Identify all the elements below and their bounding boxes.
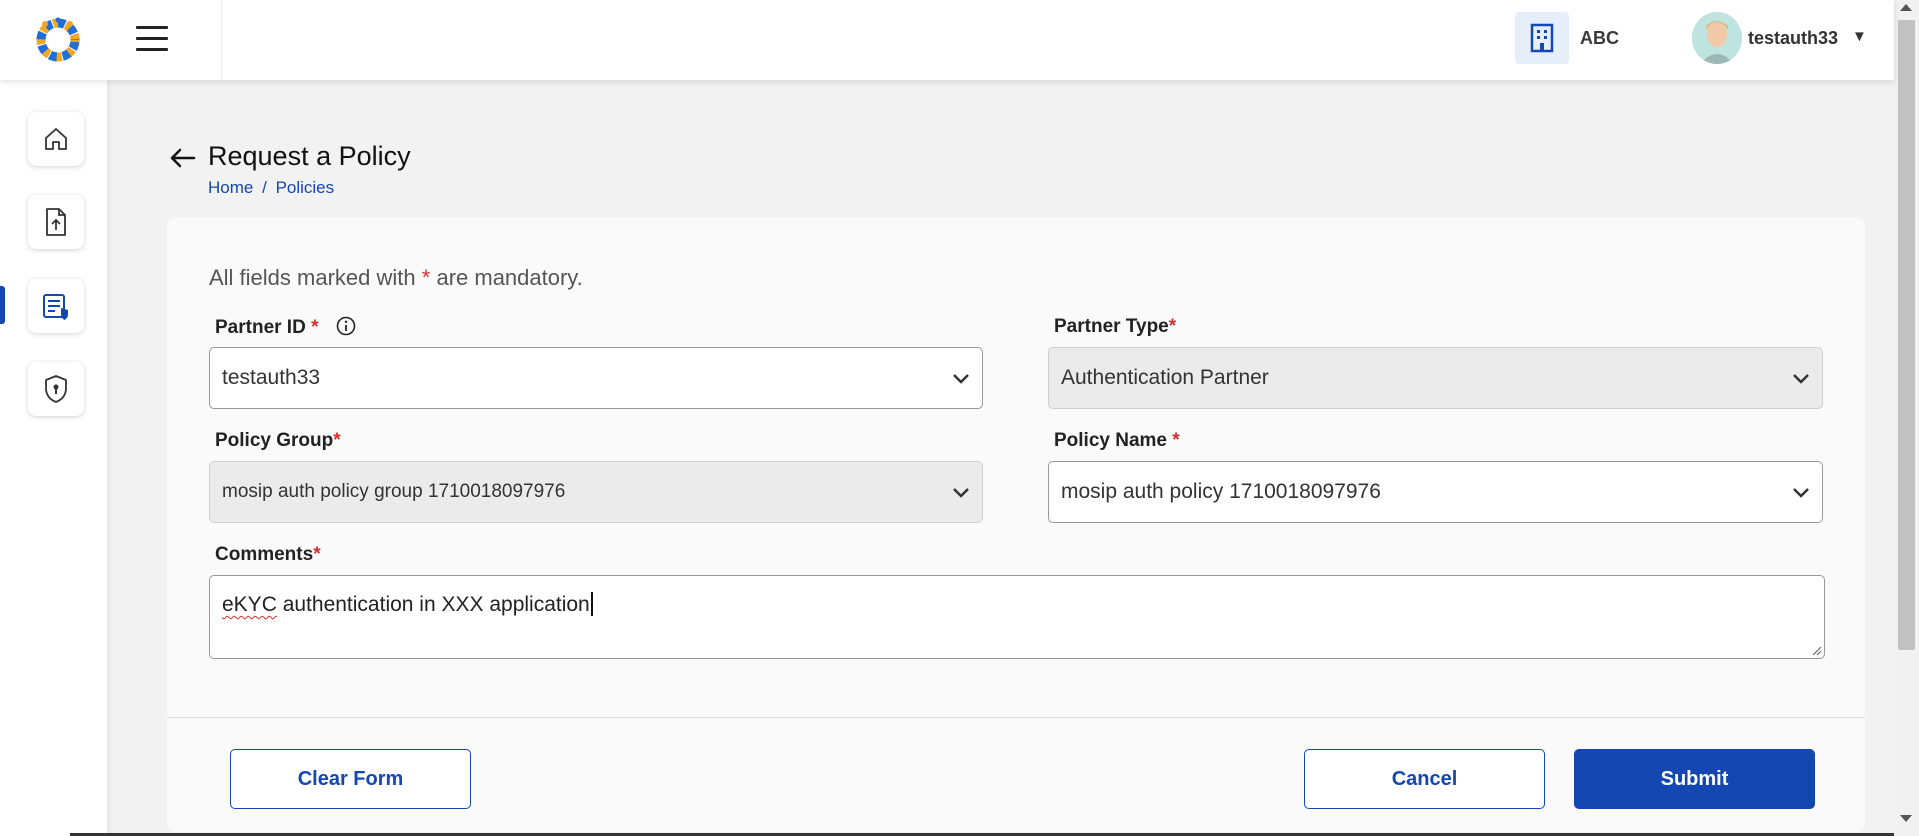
caret-down-icon[interactable]: ▼ — [1852, 28, 1867, 45]
submit-button[interactable]: Submit — [1574, 749, 1815, 809]
mandatory-note: All fields marked with * are mandatory. — [209, 265, 583, 291]
policy-name-label: Policy Name * — [1054, 430, 1180, 452]
scroll-down-icon[interactable] — [1900, 815, 1912, 822]
request-policy-form: All fields marked with * are mandatory. … — [167, 217, 1865, 832]
cancel-button[interactable]: Cancel — [1304, 749, 1545, 809]
breadcrumb-separator: / — [262, 178, 267, 197]
mandatory-note-prefix: All fields marked with — [209, 265, 416, 290]
sidebar-item-home[interactable] — [28, 112, 84, 166]
chevron-down-icon — [1793, 487, 1809, 498]
partner-id-value: testauth33 — [222, 366, 321, 389]
sidebar-item-upload[interactable] — [28, 195, 84, 249]
scrollbar-thumb[interactable] — [1898, 20, 1915, 650]
policy-document-icon — [43, 294, 68, 320]
page-scrollbar[interactable] — [1894, 0, 1919, 836]
sidebar — [0, 80, 107, 836]
sidebar-active-indicator — [0, 286, 5, 324]
comments-label-text: Comments — [215, 544, 314, 565]
comments-label: Comments* — [215, 544, 321, 566]
policy-group-label: Policy Group* — [215, 430, 341, 452]
header-divider — [221, 0, 222, 80]
partner-type-label: Partner Type* — [1054, 316, 1176, 338]
building-icon — [1515, 12, 1569, 64]
info-icon[interactable] — [336, 316, 356, 342]
user-avatar[interactable] — [1692, 12, 1742, 64]
comments-text: authentication in XXX application — [276, 593, 590, 616]
breadcrumb-policies[interactable]: Policies — [276, 178, 335, 197]
resize-handle-icon[interactable] — [1810, 644, 1822, 656]
partner-id-label-text: Partner ID — [215, 317, 306, 338]
comments-misspelled-word: eKYC — [222, 593, 277, 616]
home-icon — [45, 128, 67, 150]
policy-name-select[interactable]: mosip auth policy 1710018097976 — [1048, 461, 1823, 523]
partner-id-label: Partner ID * — [215, 316, 356, 342]
text-cursor — [590, 592, 593, 616]
org-name: ABC — [1580, 28, 1619, 48]
required-star: * — [421, 265, 431, 290]
user-name[interactable]: testauth33 — [1748, 28, 1838, 49]
back-arrow-icon[interactable] — [168, 147, 196, 174]
chevron-down-icon — [953, 487, 969, 498]
clear-form-button[interactable]: Clear Form — [230, 749, 471, 809]
required-star: * — [311, 317, 319, 338]
policy-name-value: mosip auth policy 1710018097976 — [1061, 480, 1381, 503]
app-logo-icon[interactable] — [33, 15, 83, 65]
comments-textarea[interactable]: eKYC authentication in XXX application — [209, 575, 1825, 659]
required-star: * — [1168, 316, 1177, 337]
mandatory-note-suffix: are mandatory. — [436, 265, 583, 290]
required-star: * — [333, 430, 341, 451]
sidebar-item-policies[interactable] — [28, 279, 84, 333]
chevron-down-icon — [1793, 373, 1809, 384]
chevron-down-icon — [953, 373, 969, 384]
breadcrumb: Home / Policies — [208, 178, 334, 198]
required-star: * — [313, 544, 321, 565]
required-star: * — [1172, 430, 1180, 451]
top-header: ABC testauth33 ▼ — [0, 0, 1894, 80]
breadcrumb-home[interactable]: Home — [208, 178, 253, 197]
partner-type-value: Authentication Partner — [1061, 366, 1269, 389]
policy-name-label-text: Policy Name — [1054, 430, 1167, 451]
partner-id-select[interactable]: testauth33 — [209, 347, 983, 409]
partner-type-label-text: Partner Type — [1054, 316, 1169, 337]
page-title: Request a Policy — [208, 141, 411, 171]
file-upload-icon — [46, 208, 66, 236]
partner-type-select: Authentication Partner — [1048, 347, 1823, 409]
sidebar-item-security[interactable] — [28, 362, 84, 416]
divider — [167, 717, 1865, 718]
hamburger-menu-icon[interactable] — [136, 26, 168, 52]
policy-group-value: mosip auth policy group 1710018097976 — [222, 481, 566, 502]
policy-group-label-text: Policy Group — [215, 430, 334, 451]
scroll-up-icon[interactable] — [1900, 4, 1912, 11]
shield-icon — [45, 375, 67, 403]
policy-group-select: mosip auth policy group 1710018097976 — [209, 461, 983, 523]
